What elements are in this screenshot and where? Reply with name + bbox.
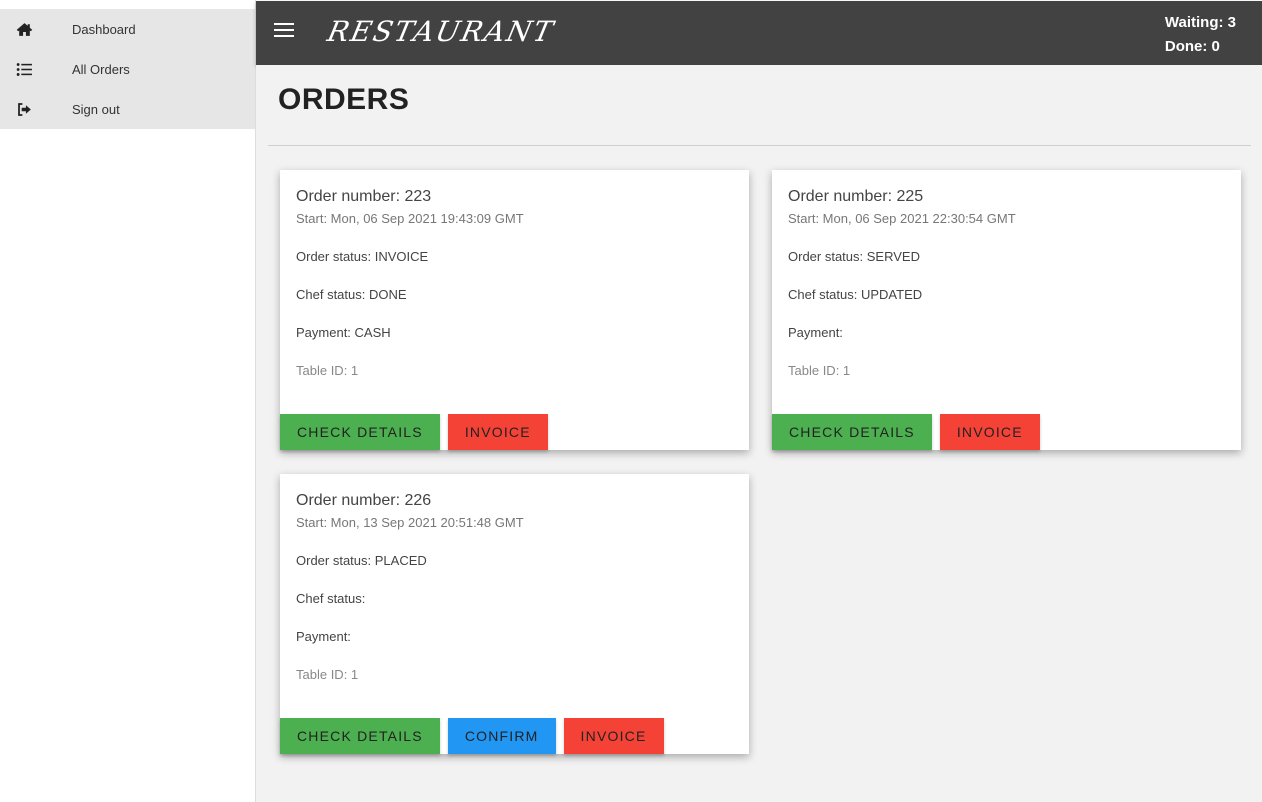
order-card: Order number: 225 Start: Mon, 06 Sep 202… <box>772 170 1241 450</box>
sidebar-item-all-orders[interactable]: All Orders <box>0 49 255 89</box>
list-icon <box>0 61 72 78</box>
chef-status: Chef status: <box>296 591 366 606</box>
menu-icon[interactable] <box>274 23 294 39</box>
brand-logo: RESTAURANT <box>324 15 558 48</box>
order-number: Order number: 223 <box>296 188 432 205</box>
check-details-button[interactable]: CHECK DETAILS <box>280 718 440 754</box>
chef-status: Chef status: DONE <box>296 287 407 302</box>
sign-out-icon <box>0 101 72 118</box>
payment: Payment: <box>296 629 351 644</box>
order-counts: Waiting: 3 Done: 0 <box>1165 11 1236 59</box>
chef-status: Chef status: UPDATED <box>788 287 923 302</box>
sidebar-item-label: All Orders <box>72 61 130 77</box>
sidebar-menu: Dashboard All Orders Sign out <box>0 9 255 129</box>
table-id: Table ID: 1 <box>296 667 359 682</box>
waiting-count: Waiting: 3 <box>1164 14 1236 31</box>
card-actions: CHECK DETAILS CONFIRM INVOICE <box>280 718 664 754</box>
order-status: Order status: INVOICE <box>296 249 429 264</box>
top-app-bar: RESTAURANT Waiting: 3 Done: 0 <box>256 1 1262 65</box>
card-actions: CHECK DETAILS INVOICE <box>280 414 548 450</box>
order-card: Order number: 226 Start: Mon, 13 Sep 202… <box>280 474 749 754</box>
check-details-button[interactable]: CHECK DETAILS <box>772 414 932 450</box>
invoice-button[interactable]: INVOICE <box>447 414 548 450</box>
order-start: Start: Mon, 06 Sep 2021 22:30:54 GMT <box>788 211 1016 226</box>
sidebar-item-sign-out[interactable]: Sign out <box>0 89 255 129</box>
order-number: Order number: 225 <box>788 188 924 205</box>
check-details-button[interactable]: CHECK DETAILS <box>280 414 440 450</box>
payment: Payment: <box>788 325 843 340</box>
page-title: ORDERS <box>278 83 410 116</box>
sidebar-item-label: Sign out <box>72 101 120 117</box>
invoice-button[interactable]: INVOICE <box>939 414 1040 450</box>
table-id: Table ID: 1 <box>296 363 359 378</box>
invoice-button[interactable]: INVOICE <box>563 718 664 754</box>
main-content: ORDERS Order number: 223 Start: Mon, 06 … <box>256 65 1262 802</box>
card-actions: CHECK DETAILS INVOICE <box>772 414 1040 450</box>
sidebar: Dashboard All Orders Sign out <box>0 0 256 802</box>
order-card: Order number: 223 Start: Mon, 06 Sep 202… <box>280 170 749 450</box>
done-count: Done: 0 <box>1164 38 1220 55</box>
confirm-button[interactable]: CONFIRM <box>447 718 556 754</box>
sidebar-item-label: Dashboard <box>72 21 136 37</box>
table-id: Table ID: 1 <box>788 363 851 378</box>
order-start: Start: Mon, 06 Sep 2021 19:43:09 GMT <box>296 211 524 226</box>
divider <box>268 145 1251 146</box>
order-status: Order status: PLACED <box>296 553 427 568</box>
home-icon <box>0 21 72 38</box>
order-start: Start: Mon, 13 Sep 2021 20:51:48 GMT <box>296 515 524 530</box>
sidebar-item-dashboard[interactable]: Dashboard <box>0 9 255 49</box>
payment: Payment: CASH <box>296 325 391 340</box>
order-status: Order status: SERVED <box>788 249 920 264</box>
order-number: Order number: 226 <box>296 492 432 509</box>
